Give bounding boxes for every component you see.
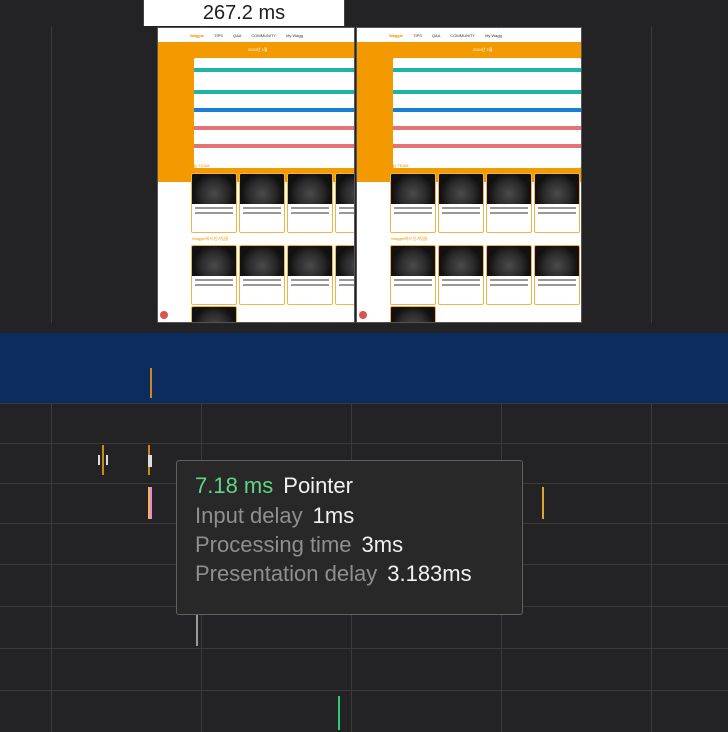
thumbnail-card [486, 245, 532, 305]
thumbnail-card [335, 245, 354, 305]
track-divider [0, 403, 728, 404]
screenshot-thumbnail[interactable]: Waggle TIPS Q&A COMMUNITY My Wagg 2024년 … [356, 27, 582, 323]
thumbnail-card [191, 173, 237, 233]
thumbnail-card [191, 245, 237, 305]
thumbnail-card [438, 245, 484, 305]
thumbnail-section-title: My TEAM [391, 163, 409, 168]
thumbnail-calendar-title: 2024년 1월 [473, 47, 493, 52]
track-divider [0, 443, 728, 444]
thumbnail-nav-item: COMMUNITY [251, 32, 277, 38]
screenshot-thumbnail[interactable]: Waggle TIPS Q&A COMMUNITY My Wagg 2024년 … [157, 27, 355, 323]
interaction-whisker [98, 455, 108, 465]
pointer-interaction-bar[interactable] [148, 487, 152, 519]
selection-duration-label: 267.2 ms [143, 0, 345, 26]
thumbnail-section-title: Waggle에서 인기팀들 [391, 236, 428, 241]
thumbnail-section-title: My TEAM [192, 163, 210, 168]
thumbnail-card [390, 173, 436, 233]
thumbnail-nav-item: TIPS [214, 32, 223, 38]
interaction-tooltip: 7.18 ms Pointer Input delay 1ms Processi… [176, 460, 523, 615]
thumbnail-card [534, 173, 580, 233]
thumbnail-logo [160, 311, 168, 319]
interaction-marker[interactable] [542, 487, 544, 519]
thumbnail-card [239, 173, 285, 233]
thumbnail-nav-item: Q&A [431, 32, 441, 38]
timeline-header [0, 0, 728, 26]
tooltip-label: Presentation delay [195, 561, 378, 586]
thumbnail-brand: Waggle [389, 32, 404, 38]
thumbnail-card [438, 173, 484, 233]
thumbnail-nav: Waggle TIPS Q&A COMMUNITY My Wagg [158, 28, 354, 42]
thumbnail-card [287, 173, 333, 233]
tooltip-row-presentation-delay: Presentation delay 3.183ms [195, 561, 504, 586]
thumbnail-nav-item: My Wagg [286, 32, 303, 38]
thumbnail-card [191, 306, 237, 322]
event-marker-green[interactable] [338, 696, 340, 730]
thumbnail-hero: 2024년 1월 [158, 42, 354, 182]
thumbnail-card [390, 245, 436, 305]
track-divider [0, 690, 728, 691]
tooltip-label: Input delay [195, 503, 303, 528]
thumbnail-card [239, 245, 285, 305]
thumbnail-section-title: Waggle에서 인기팀들 [192, 236, 229, 241]
tooltip-value: 1ms [312, 503, 355, 528]
tooltip-anchor [196, 614, 198, 646]
tooltip-type: Pointer [283, 473, 353, 498]
thumbnail-nav-item: Q&A [232, 32, 242, 38]
thumbnail-hero: 2024년 1월 [357, 42, 581, 182]
tooltip-row-input-delay: Input delay 1ms [195, 503, 504, 528]
thumbnail-nav-item: COMMUNITY [450, 32, 476, 38]
track-divider [0, 648, 728, 649]
thumbnail-card [287, 245, 333, 305]
thumbnail-card [486, 173, 532, 233]
thumbnail-calendar [393, 58, 581, 168]
performance-timeline: 267.2 ms Waggle TIPS Q&A COMMUNITY My Wa… [0, 0, 728, 732]
thumbnail-nav-item: TIPS [413, 32, 422, 38]
tooltip-duration: 7.18 ms [195, 473, 274, 498]
tooltip-value: 3ms [361, 532, 404, 557]
thumbnail-nav-item: My Wagg [485, 32, 502, 38]
tooltip-row-processing-time: Processing time 3ms [195, 532, 504, 557]
thumbnail-calendar-title: 2024년 1월 [248, 47, 268, 52]
thumbnail-brand: Waggle [190, 32, 205, 38]
tooltip-value: 3.183ms [387, 561, 472, 586]
thumbnail-logo [359, 311, 367, 319]
event-marker[interactable] [150, 368, 152, 398]
thumbnail-card [390, 306, 436, 322]
interaction-whisker [148, 455, 152, 467]
thumbnail-card [335, 173, 354, 233]
thumbnail-calendar [194, 58, 354, 168]
thumbnail-nav: Waggle TIPS Q&A COMMUNITY My Wagg [357, 28, 581, 42]
thumbnail-card [534, 245, 580, 305]
tooltip-label: Processing time [195, 532, 352, 557]
main-thread-track[interactable] [0, 333, 728, 403]
track-separator [0, 323, 728, 333]
